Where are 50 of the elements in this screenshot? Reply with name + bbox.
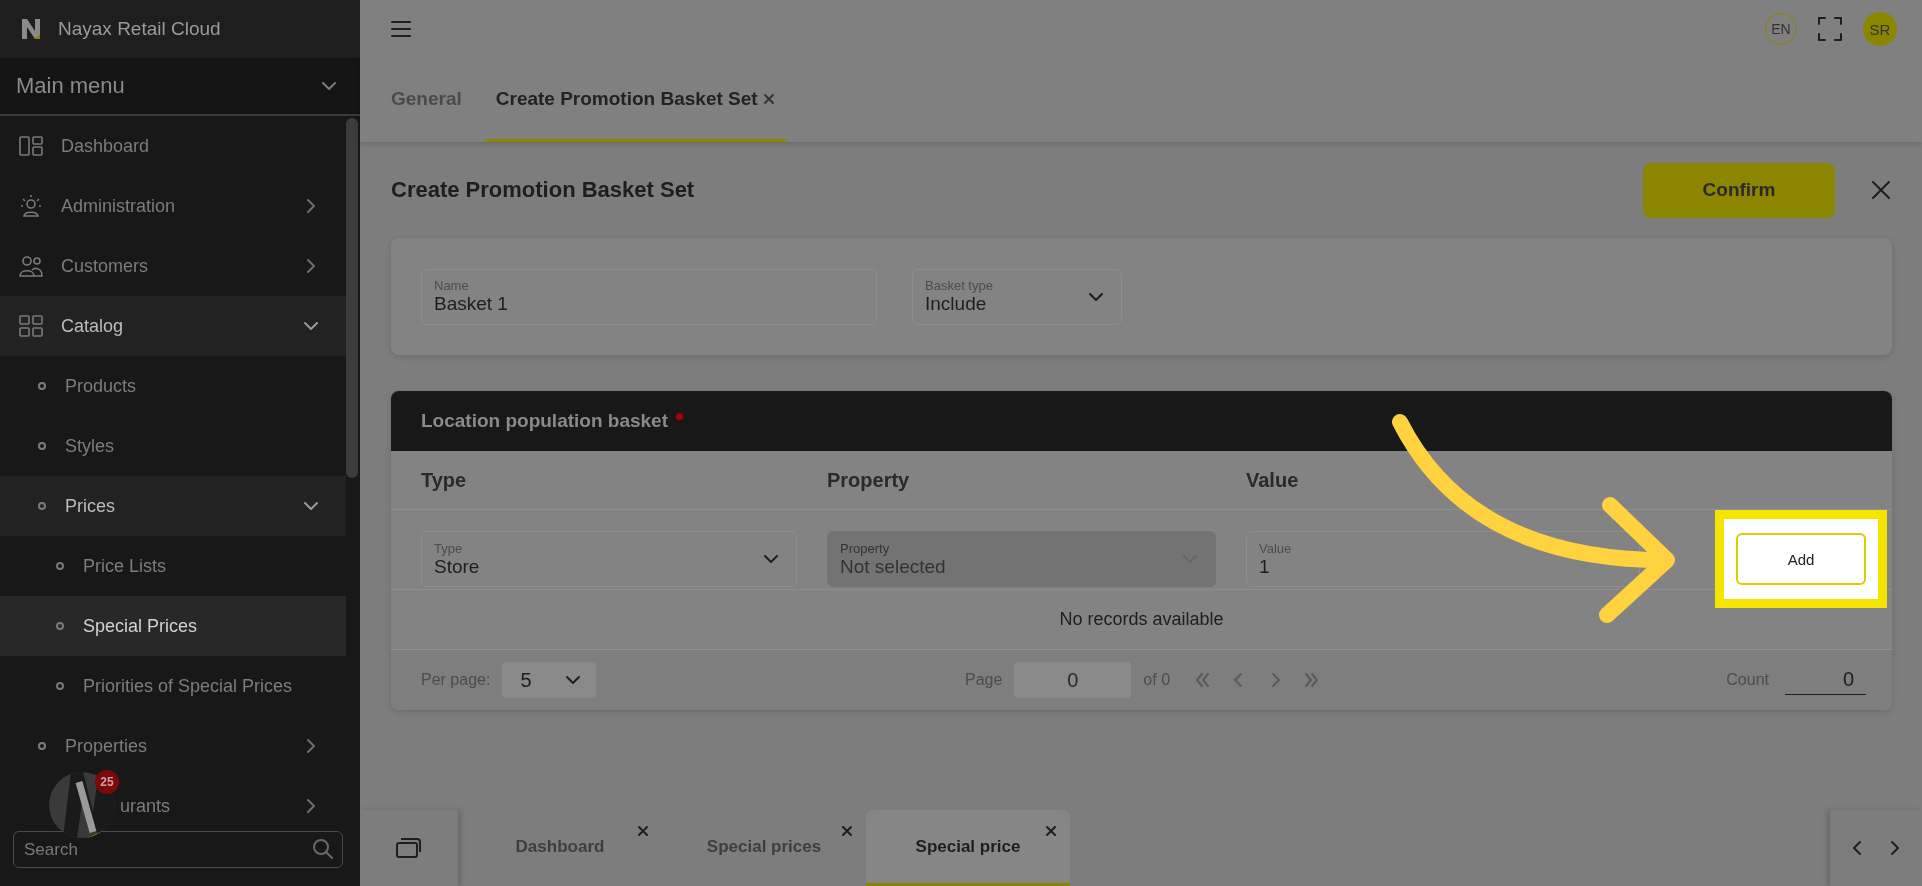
bullet-icon: [56, 562, 64, 570]
column-header: Value: [1246, 468, 1300, 492]
section-title: Location population basket: [421, 410, 668, 432]
confirm-button[interactable]: Confirm: [1643, 162, 1835, 218]
sidebar-item[interactable]: Products: [0, 356, 346, 416]
dashboard-icon: [18, 133, 44, 159]
page-title: Create Promotion Basket Set: [391, 177, 695, 203]
sidebar-item[interactable]: Styles: [0, 416, 346, 476]
sidebar-item[interactable]: Priorities of Special Prices: [0, 656, 346, 716]
bullet-icon: [56, 622, 64, 630]
menu-icon[interactable]: [390, 20, 412, 38]
main-menu-label: Main menu: [16, 73, 125, 99]
bullet-icon: [38, 442, 46, 450]
sidebar-item[interactable]: Catalog: [0, 296, 346, 356]
sidebar-item[interactable]: Administration: [0, 176, 346, 236]
logo-icon: [20, 17, 42, 41]
sidebar-item[interactable]: Prices: [0, 476, 346, 536]
bottom-tab[interactable]: Dashboard: [458, 810, 662, 886]
bullet-icon: [38, 382, 46, 390]
close-icon[interactable]: [840, 824, 854, 838]
sidebar-item[interactable]: Price Lists: [0, 536, 346, 596]
sidebar-item[interactable]: urants: [120, 776, 346, 813]
page-input[interactable]: 0: [1014, 662, 1132, 698]
sidebar-item[interactable]: Dashboard: [0, 116, 346, 176]
sidebar-item[interactable]: Customers: [0, 236, 346, 296]
bullet-icon: [38, 502, 46, 510]
bullet-icon: [38, 742, 46, 750]
people-icon: [18, 253, 44, 279]
grid-icon: [18, 313, 44, 339]
close-icon[interactable]: [1870, 179, 1892, 201]
bottom-tab[interactable]: Special prices: [662, 810, 866, 886]
bottom-tab[interactable]: Special price: [866, 810, 1070, 886]
search-field[interactable]: Search: [13, 831, 343, 868]
windows-icon[interactable]: [395, 836, 423, 860]
search-icon: [312, 838, 334, 860]
close-icon[interactable]: [761, 91, 776, 106]
add-button[interactable]: Add: [1736, 533, 1866, 585]
column-header: Type: [421, 468, 468, 492]
per-page-select[interactable]: 5: [502, 662, 597, 698]
sidebar-item[interactable]: Special Prices: [0, 596, 346, 656]
app-title: Nayax Retail Cloud: [58, 18, 221, 40]
main-menu-dropdown[interactable]: Main menu: [0, 58, 360, 116]
column-header: Property: [827, 468, 911, 492]
count-field: 0: [1785, 665, 1866, 695]
scrollbar[interactable]: [346, 118, 358, 478]
close-icon[interactable]: [1044, 824, 1058, 838]
fullscreen-icon[interactable]: [1817, 16, 1843, 42]
bullet-icon: [56, 682, 64, 690]
user-avatar[interactable]: SR: [1863, 12, 1897, 46]
close-icon[interactable]: [636, 824, 650, 838]
